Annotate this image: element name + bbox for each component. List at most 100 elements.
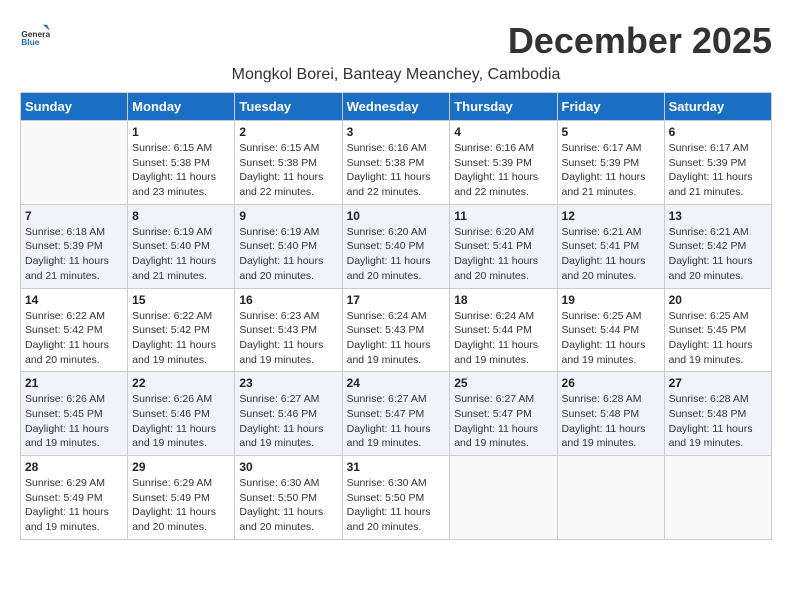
table-row: 23Sunrise: 6:27 AMSunset: 5:46 PMDayligh… bbox=[235, 372, 342, 456]
day-info: Sunrise: 6:15 AMSunset: 5:38 PMDaylight:… bbox=[132, 141, 230, 200]
day-info: Sunrise: 6:17 AMSunset: 5:39 PMDaylight:… bbox=[669, 141, 767, 200]
day-info: Sunrise: 6:28 AMSunset: 5:48 PMDaylight:… bbox=[669, 392, 767, 451]
day-number: 10 bbox=[347, 209, 446, 223]
table-row: 11 Sunrise: 6:20 AMSunset: 5:41 PMDayligh… bbox=[450, 204, 557, 288]
day-number: 9 bbox=[239, 209, 337, 223]
day-info: Sunrise: 6:30 AMSunset: 5:50 PMDaylight:… bbox=[239, 476, 337, 535]
day-number: 29 bbox=[132, 460, 230, 474]
day-info: Sunrise: 6:25 AMSunset: 5:45 PMDaylight:… bbox=[669, 309, 767, 368]
table-row: 14 Sunrise: 6:22 AMSunset: 5:42 PMDayligh… bbox=[21, 288, 128, 372]
day-info: Sunrise: 6:20 AMSunset: 5:40 PMDaylight:… bbox=[347, 225, 446, 284]
table-row: 10 Sunrise: 6:20 AMSunset: 5:40 PMDayligh… bbox=[342, 204, 450, 288]
day-number: 11 bbox=[454, 209, 552, 223]
table-row: 30 Sunrise: 6:30 AMSunset: 5:50 PMDayligh… bbox=[235, 456, 342, 540]
day-info: Sunrise: 6:22 AMSunset: 5:42 PMDaylight:… bbox=[132, 309, 230, 368]
day-info: Sunrise: 6:16 AMSunset: 5:39 PMDaylight:… bbox=[454, 141, 552, 200]
day-info: Sunrise: 6:26 AMSunset: 5:46 PMDaylight:… bbox=[132, 392, 230, 451]
day-number: 28 bbox=[25, 460, 123, 474]
table-row bbox=[450, 456, 557, 540]
day-info: Sunrise: 6:26 AMSunset: 5:45 PMDaylight:… bbox=[25, 392, 123, 451]
day-number: 14 bbox=[25, 293, 123, 307]
day-number: 2 bbox=[239, 125, 337, 139]
table-row bbox=[664, 456, 771, 540]
table-row: 8 Sunrise: 6:19 AMSunset: 5:40 PMDaylight… bbox=[128, 204, 235, 288]
day-info: Sunrise: 6:21 AMSunset: 5:41 PMDaylight:… bbox=[562, 225, 660, 284]
day-header-sunday: Sunday bbox=[21, 93, 128, 121]
table-row: 6 Sunrise: 6:17 AMSunset: 5:39 PMDaylight… bbox=[664, 121, 771, 205]
table-row: 22 Sunrise: 6:26 AMSunset: 5:46 PMDayligh… bbox=[128, 372, 235, 456]
day-header-thursday: Thursday bbox=[450, 93, 557, 121]
day-info: Sunrise: 6:29 AMSunset: 5:49 PMDaylight:… bbox=[132, 476, 230, 535]
day-number: 4 bbox=[454, 125, 552, 139]
day-info: Sunrise: 6:20 AMSunset: 5:41 PMDaylight:… bbox=[454, 225, 552, 284]
day-number: 5 bbox=[562, 125, 660, 139]
day-number: 20 bbox=[669, 293, 767, 307]
day-info: Sunrise: 6:28 AMSunset: 5:48 PMDaylight:… bbox=[562, 392, 660, 451]
day-info: Sunrise: 6:18 AMSunset: 5:39 PMDaylight:… bbox=[25, 225, 123, 284]
day-number: 13 bbox=[669, 209, 767, 223]
table-row: 18 Sunrise: 6:24 AMSunset: 5:44 PMDayligh… bbox=[450, 288, 557, 372]
day-info: Sunrise: 6:27 AMSunset: 5:47 PMDaylight:… bbox=[454, 392, 552, 451]
month-title: December 2025 bbox=[508, 20, 772, 62]
table-row: 27 Sunrise: 6:28 AMSunset: 5:48 PMDayligh… bbox=[664, 372, 771, 456]
table-row: 25 Sunrise: 6:27 AMSunset: 5:47 PMDayligh… bbox=[450, 372, 557, 456]
table-row: 20 Sunrise: 6:25 AMSunset: 5:45 PMDayligh… bbox=[664, 288, 771, 372]
table-row: 1 Sunrise: 6:15 AMSunset: 5:38 PMDaylight… bbox=[128, 121, 235, 205]
table-row: 2Sunrise: 6:15 AMSunset: 5:38 PMDaylight… bbox=[235, 121, 342, 205]
table-row: 4 Sunrise: 6:16 AMSunset: 5:39 PMDaylight… bbox=[450, 121, 557, 205]
day-number: 7 bbox=[25, 209, 123, 223]
day-header-saturday: Saturday bbox=[664, 93, 771, 121]
table-row: 21 Sunrise: 6:26 AMSunset: 5:45 PMDayligh… bbox=[21, 372, 128, 456]
day-info: Sunrise: 6:25 AMSunset: 5:44 PMDaylight:… bbox=[562, 309, 660, 368]
table-row: 29 Sunrise: 6:29 AMSunset: 5:49 PMDayligh… bbox=[128, 456, 235, 540]
day-number: 16 bbox=[239, 293, 337, 307]
table-row bbox=[21, 121, 128, 205]
day-info: Sunrise: 6:22 AMSunset: 5:42 PMDaylight:… bbox=[25, 309, 123, 368]
day-number: 15 bbox=[132, 293, 230, 307]
day-info: Sunrise: 6:29 AMSunset: 5:49 PMDaylight:… bbox=[25, 476, 123, 535]
day-number: 31 bbox=[347, 460, 446, 474]
table-row: 19 Sunrise: 6:25 AMSunset: 5:44 PMDayligh… bbox=[557, 288, 664, 372]
day-number: 17 bbox=[347, 293, 446, 307]
day-number: 22 bbox=[132, 376, 230, 390]
day-number: 30 bbox=[239, 460, 337, 474]
day-info: Sunrise: 6:23 AMSunset: 5:43 PMDaylight:… bbox=[239, 309, 337, 368]
day-info: Sunrise: 6:30 AMSunset: 5:50 PMDaylight:… bbox=[347, 476, 446, 535]
day-number: 21 bbox=[25, 376, 123, 390]
svg-text:Blue: Blue bbox=[21, 37, 40, 47]
table-row: 24 Sunrise: 6:27 AMSunset: 5:47 PMDayligh… bbox=[342, 372, 450, 456]
logo-icon: General Blue bbox=[20, 20, 50, 50]
day-info: Sunrise: 6:21 AMSunset: 5:42 PMDaylight:… bbox=[669, 225, 767, 284]
table-row: 9 Sunrise: 6:19 AMSunset: 5:40 PMDaylight… bbox=[235, 204, 342, 288]
day-info: Sunrise: 6:24 AMSunset: 5:44 PMDaylight:… bbox=[454, 309, 552, 368]
day-number: 27 bbox=[669, 376, 767, 390]
day-number: 18 bbox=[454, 293, 552, 307]
calendar: SundayMondayTuesdayWednesdayThursdayFrid… bbox=[20, 92, 772, 540]
day-info: Sunrise: 6:19 AMSunset: 5:40 PMDaylight:… bbox=[132, 225, 230, 284]
day-number: 24 bbox=[347, 376, 446, 390]
day-number: 26 bbox=[562, 376, 660, 390]
table-row: 26 Sunrise: 6:28 AMSunset: 5:48 PMDayligh… bbox=[557, 372, 664, 456]
table-row: 13 Sunrise: 6:21 AMSunset: 5:42 PMDayligh… bbox=[664, 204, 771, 288]
table-row: 5Sunrise: 6:17 AMSunset: 5:39 PMDaylight… bbox=[557, 121, 664, 205]
day-info: Sunrise: 6:16 AMSunset: 5:38 PMDaylight:… bbox=[347, 141, 446, 200]
day-info: Sunrise: 6:19 AMSunset: 5:40 PMDaylight:… bbox=[239, 225, 337, 284]
day-number: 19 bbox=[562, 293, 660, 307]
day-header-friday: Friday bbox=[557, 93, 664, 121]
day-number: 12 bbox=[562, 209, 660, 223]
table-row: 17Sunrise: 6:24 AMSunset: 5:43 PMDayligh… bbox=[342, 288, 450, 372]
day-info: Sunrise: 6:27 AMSunset: 5:46 PMDaylight:… bbox=[239, 392, 337, 451]
header: General Blue December 2025 bbox=[20, 20, 772, 62]
day-header-tuesday: Tuesday bbox=[235, 93, 342, 121]
table-row bbox=[557, 456, 664, 540]
day-number: 1 bbox=[132, 125, 230, 139]
day-number: 8 bbox=[132, 209, 230, 223]
subtitle: Mongkol Borei, Banteay Meanchey, Cambodi… bbox=[20, 66, 772, 84]
day-number: 25 bbox=[454, 376, 552, 390]
table-row: 28 Sunrise: 6:29 AMSunset: 5:49 PMDayligh… bbox=[21, 456, 128, 540]
day-info: Sunrise: 6:27 AMSunset: 5:47 PMDaylight:… bbox=[347, 392, 446, 451]
logo: General Blue bbox=[20, 20, 50, 50]
day-number: 6 bbox=[669, 125, 767, 139]
table-row: 31 Sunrise: 6:30 AMSunset: 5:50 PMDayligh… bbox=[342, 456, 450, 540]
table-row: 16 Sunrise: 6:23 AMSunset: 5:43 PMDayligh… bbox=[235, 288, 342, 372]
